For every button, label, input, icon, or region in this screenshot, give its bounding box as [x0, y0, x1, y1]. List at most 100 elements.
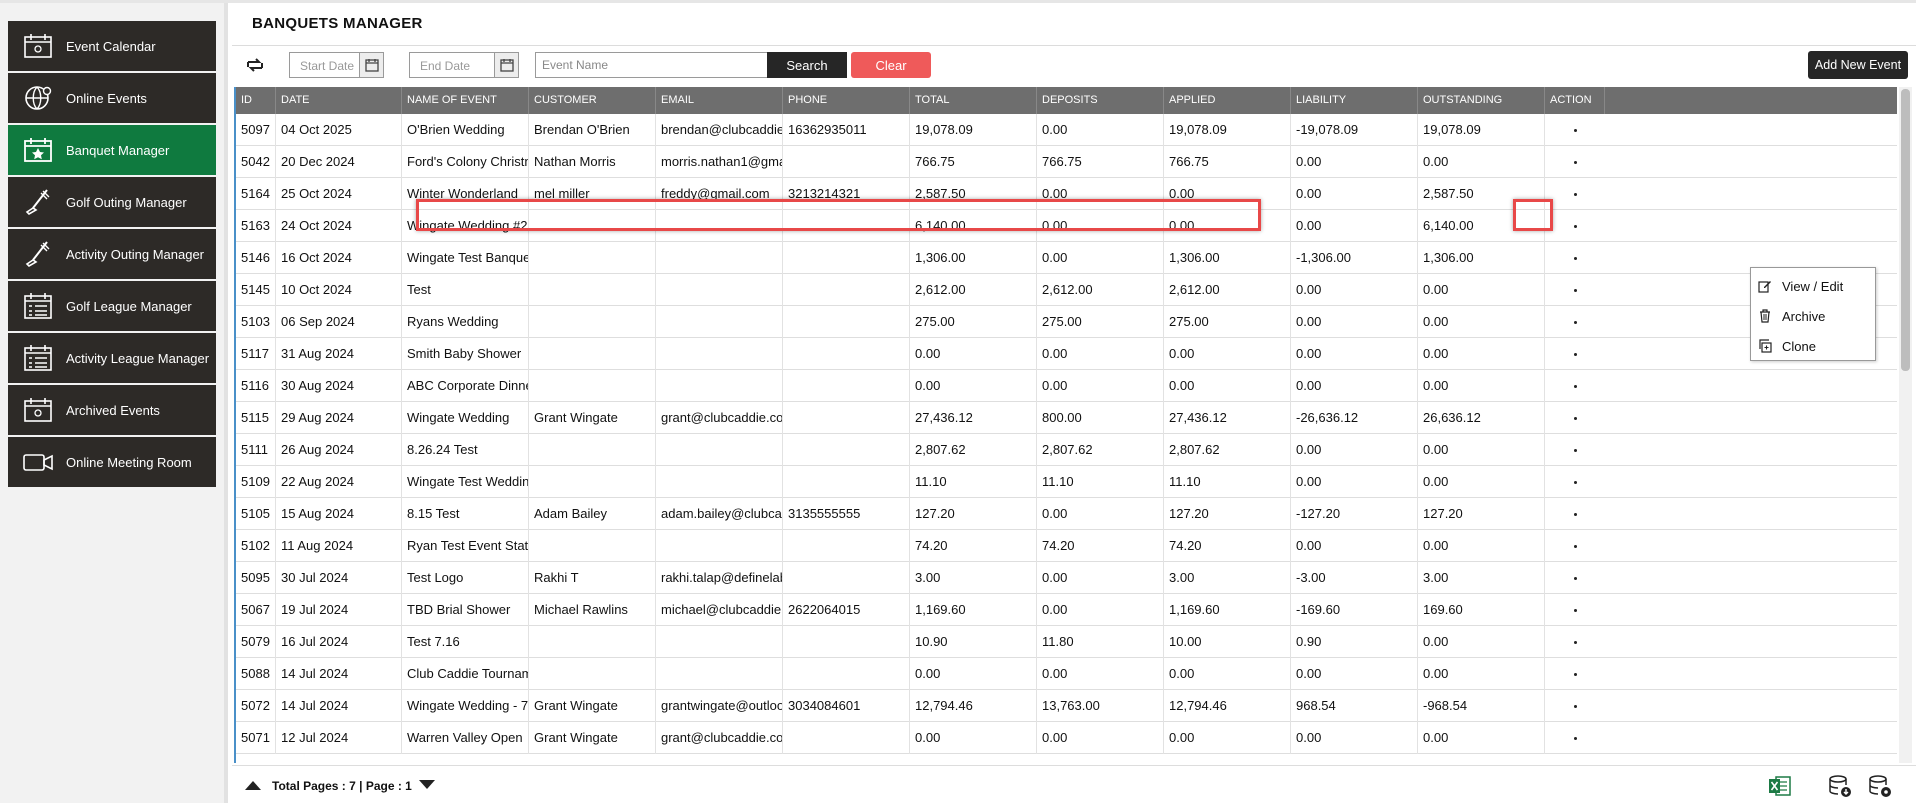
table-row[interactable]: 5067 19 Jul 2024 TBD Brial Shower Michael R… — [236, 594, 1897, 626]
cell-id: 5042 — [236, 146, 276, 178]
row-actions-icon[interactable] — [1560, 690, 1590, 722]
calendar-icon[interactable] — [359, 53, 383, 77]
column-header-applied[interactable]: APPLIED — [1164, 87, 1291, 114]
row-actions-icon[interactable] — [1560, 626, 1590, 658]
table-row[interactable]: 5102 11 Aug 2024 Ryan Test Event Status 74.… — [236, 530, 1897, 562]
cell-outstanding: 0.00 — [1418, 306, 1545, 338]
cell-deposits: 0.00 — [1037, 594, 1164, 626]
cell-outstanding: 6,140.00 — [1418, 210, 1545, 242]
menu-item-view-edit[interactable]: View / Edit — [1751, 272, 1875, 300]
column-header-id[interactable]: ID — [236, 87, 276, 114]
table-row[interactable]: 504220 Dec 2024Ford's Colony ChristmasNa… — [236, 146, 1897, 178]
row-actions-icon[interactable] — [1560, 658, 1590, 690]
menu-item-archive[interactable]: Archive — [1751, 302, 1875, 330]
table-row[interactable]: 5116 30 Aug 2024 ABC Corporate Dinner 0.00 0… — [236, 370, 1897, 402]
cell-phone — [783, 146, 910, 178]
sidebar-item-golf-outing-manager[interactable]: Golf Outing Manager — [8, 177, 216, 227]
page-up-icon[interactable] — [244, 778, 262, 796]
search-button[interactable]: Search — [767, 52, 847, 78]
table-row[interactable]: 5079 16 Jul 2024 Test 7.16 10.90 11.80 10.00 0… — [236, 626, 1897, 658]
row-actions-icon[interactable] — [1560, 210, 1590, 242]
column-header-deposits[interactable]: DEPOSITS — [1037, 87, 1164, 114]
row-actions-icon[interactable] — [1560, 274, 1590, 306]
column-header-phone[interactable]: PHONE — [783, 87, 910, 114]
cell-outstanding: 0.00 — [1418, 658, 1545, 690]
row-actions-icon[interactable] — [1560, 434, 1590, 466]
event-name-input[interactable] — [535, 52, 771, 78]
column-header-date[interactable]: DATE — [276, 87, 402, 114]
row-actions-icon[interactable] — [1560, 370, 1590, 402]
cell-email: morris.nathan1@gmail.c — [656, 146, 783, 178]
table-header: ID DATE NAME OF EVENT CUSTOMER EMAIL PHONE TOT… — [236, 87, 1897, 114]
table-row[interactable]: 5163 24 Oct 2024 Wingate Wedding #2 6,140.0… — [236, 210, 1897, 242]
row-actions-icon[interactable] — [1560, 242, 1590, 274]
cell-outstanding: 3.00 — [1418, 562, 1545, 594]
row-actions-icon[interactable] — [1560, 114, 1590, 146]
column-header-liability[interactable]: LIABILITY — [1291, 87, 1418, 114]
table-row[interactable]: 5109 22 Aug 2024 Wingate Test Wedding 11.10… — [236, 466, 1897, 498]
table-row[interactable]: 5095 30 Jul 2024 Test Logo Rakhi Trakhi.tal… — [236, 562, 1897, 594]
sidebar-item-online-meeting-room[interactable]: Online Meeting Room — [8, 437, 216, 487]
calendar-icon — [18, 29, 58, 63]
column-header-customer[interactable]: CUSTOMER — [529, 87, 656, 114]
start-date-field[interactable]: Start Date — [289, 52, 384, 78]
cell-liability: -19,078.09 — [1291, 114, 1418, 146]
row-actions-icon[interactable] — [1560, 306, 1590, 338]
table-row[interactable]: 5146 16 Oct 2024 Wingate Test Banquet 1,306… — [236, 242, 1897, 274]
clear-button[interactable]: Clear — [851, 52, 931, 78]
sidebar-item-activity-league-manager[interactable]: Activity League Manager — [8, 333, 216, 383]
refresh-icon[interactable] — [244, 54, 266, 76]
scrollbar-thumb[interactable] — [1901, 89, 1910, 371]
row-actions-icon[interactable] — [1560, 530, 1590, 562]
table-row[interactable]: 5145 10 Oct 2024 Test 2,612.00 2,612.00 2,612… — [236, 274, 1897, 306]
row-actions-icon[interactable] — [1560, 562, 1590, 594]
table-row[interactable]: 5117 31 Aug 2024 Smith Baby Shower 0.00 0.00… — [236, 338, 1897, 370]
cell-total: 6,140.00 — [910, 210, 1037, 242]
sidebar-item-online-events[interactable]: Online Events — [8, 73, 216, 123]
sidebar-item-archived-events[interactable]: Archived Events — [8, 385, 216, 435]
table-row[interactable]: 5103 06 Sep 2024 Ryans Wedding 275.00 275.00… — [236, 306, 1897, 338]
end-date-field[interactable]: End Date — [409, 52, 519, 78]
cell-date: 30 Jul 2024 — [276, 562, 402, 594]
row-actions-icon[interactable] — [1560, 402, 1590, 434]
table-row[interactable]: 507214 Jul 2024Wingate Wedding - 7/14Gra… — [236, 690, 1897, 722]
row-actions-icon[interactable] — [1560, 466, 1590, 498]
row-actions-icon[interactable] — [1560, 178, 1590, 210]
column-header-total[interactable]: TOTAL — [910, 87, 1037, 114]
menu-item-clone[interactable]: Clone — [1751, 332, 1875, 360]
database-download-icon[interactable] — [1828, 774, 1852, 798]
cell-customer: Grant Wingate — [529, 402, 656, 434]
add-new-event-button[interactable]: Add New Event — [1808, 51, 1908, 79]
table-row[interactable]: 5071 12 Jul 2024 Warren Valley Open Grant W… — [236, 722, 1897, 754]
table-row[interactable]: 5115 29 Aug 2024 Wingate Wedding Grant Wing… — [236, 402, 1897, 434]
column-header-email[interactable]: EMAIL — [656, 87, 783, 114]
row-actions-icon[interactable] — [1560, 498, 1590, 530]
column-header-action[interactable]: ACTION — [1545, 87, 1605, 114]
table-row[interactable]: 5097 04 Oct 2025 O'Brien Wedding Brendan O'… — [236, 114, 1897, 146]
sidebar-item-banquet-manager[interactable]: Banquet Manager — [8, 125, 216, 175]
column-header-name-of-event[interactable]: NAME OF EVENT — [402, 87, 529, 114]
row-actions-icon[interactable] — [1560, 722, 1590, 754]
table-row[interactable]: 508814 Jul 2024Club Caddie Tournamem 0.00… — [236, 658, 1897, 690]
vertical-scrollbar[interactable] — [1899, 87, 1912, 763]
cell-id: 5116 — [236, 370, 276, 402]
table-row[interactable]: 5105 15 Aug 2024 8.15 Test Adam Bailey adam.… — [236, 498, 1897, 530]
row-actions-icon[interactable] — [1560, 146, 1590, 178]
cell-customer — [529, 626, 656, 658]
row-actions-icon[interactable] — [1560, 594, 1590, 626]
calendar-icon[interactable] — [494, 53, 518, 77]
cell-total: 0.00 — [910, 338, 1037, 370]
column-header-outstanding[interactable]: OUTSTANDING — [1418, 87, 1545, 114]
cell-id: 5072 — [236, 690, 276, 722]
database-settings-icon[interactable] — [1868, 774, 1892, 798]
table-row[interactable]: 5111 26 Aug 2024 8.26.24 Test 2,807.62 2,807… — [236, 434, 1897, 466]
sidebar-item-activity-outing-manager[interactable]: Activity Outing Manager — [8, 229, 216, 279]
cell-email: michael@clubcaddie.cor — [656, 594, 783, 626]
sidebar-item-event-calendar[interactable]: Event Calendar — [8, 21, 216, 71]
sidebar-item-golf-league-manager[interactable]: Golf League Manager — [8, 281, 216, 331]
cell-outstanding: 0.00 — [1418, 146, 1545, 178]
page-down-icon[interactable] — [418, 778, 436, 796]
row-actions-icon[interactable] — [1560, 338, 1590, 370]
excel-export-icon[interactable] — [1768, 774, 1792, 798]
table-row[interactable]: 5164 25 Oct 2024 Winter Wonderland mel mill… — [236, 178, 1897, 210]
